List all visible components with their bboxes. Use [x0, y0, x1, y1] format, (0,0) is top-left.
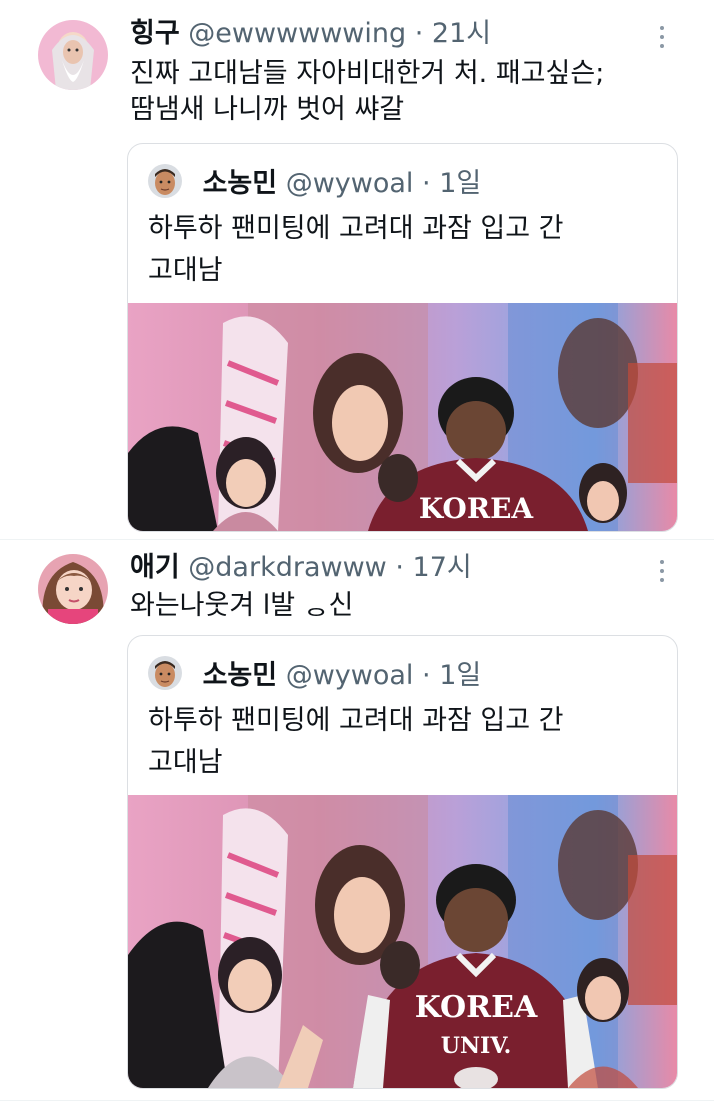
quoted-media-photo[interactable]: KOREA — [128, 303, 677, 531]
handle[interactable]: @ewwwwwwing — [188, 18, 406, 49]
quoted-avatar[interactable] — [148, 656, 182, 690]
quoted-media-photo[interactable]: KOREA UNIV. — [128, 795, 677, 1088]
quoted-handle[interactable]: @wywoal — [286, 660, 414, 691]
tweet-text: 와는나웃겨 l발 ᆼ신 — [130, 588, 353, 624]
avatar[interactable] — [38, 554, 108, 624]
tweet-text: 진짜 고대남들 자아비대한거 처. 패고싶슨; 땀냄새 나니까 벗어 쌰갈 — [130, 56, 604, 128]
quoted-avatar[interactable] — [148, 164, 182, 198]
memoji-avatar-image — [148, 164, 182, 198]
timestamp[interactable]: 17시 — [413, 552, 472, 583]
fanmeeting-photo: KOREA UNIV. — [128, 795, 677, 1088]
tweet-header: 애기 @darkdrawww · 17시 — [130, 548, 472, 588]
jacket-lettering: KOREA — [419, 492, 535, 525]
avatar[interactable] — [38, 20, 108, 90]
quoted-timestamp[interactable]: 1일 — [439, 660, 481, 691]
tweet-text-line: 땀냄새 나니까 벗어 쌰갈 — [130, 94, 405, 125]
memoji-avatar-image — [148, 656, 182, 690]
quoted-tweet[interactable]: 소농민 @wywoal · 1일 하투하 팬미팅에 고려대 과잠 입고 간 고대… — [127, 143, 678, 532]
tweet-text-line: 와는나웃겨 l발 ᆼ신 — [130, 590, 354, 621]
more-vertical-icon[interactable] — [655, 26, 669, 52]
separator: · — [414, 18, 424, 49]
separator: · — [422, 168, 431, 199]
more-vertical-icon[interactable] — [655, 560, 669, 586]
quoted-text-line: 하투하 팬미팅에 고려대 과잠 입고 간 — [148, 213, 564, 244]
quoted-display-name[interactable]: 소농민 — [203, 168, 278, 199]
quoted-text-line: 고대남 — [148, 747, 223, 778]
display-name[interactable]: 힝구 — [130, 18, 180, 49]
tweet[interactable]: 애기 @darkdrawww · 17시 와는나웃겨 l발 ᆼ신 소농민 @wy… — [0, 540, 714, 1100]
fanmeeting-photo: KOREA — [128, 303, 677, 531]
quoted-text-line: 하투하 팬미팅에 고려대 과잠 입고 간 — [148, 705, 564, 736]
quoted-tweet-header: 소농민 @wywoal · 1일 — [148, 656, 481, 695]
quoted-display-name[interactable]: 소농민 — [203, 660, 278, 691]
quoted-text-line: 고대남 — [148, 255, 223, 286]
separator: · — [395, 552, 404, 583]
quoted-timestamp[interactable]: 1일 — [439, 168, 481, 199]
quoted-tweet[interactable]: 소농민 @wywoal · 1일 하투하 팬미팅에 고려대 과잠 입고 간 고대… — [127, 635, 678, 1089]
jacket-lettering-2: UNIV. — [441, 1033, 511, 1059]
timestamp[interactable]: 21시 — [432, 18, 491, 49]
avatar-girl-image — [38, 554, 108, 624]
jacket-lettering: KOREA — [415, 990, 538, 1025]
tweet-header: 힝구 @ewwwwwwing · 21시 — [130, 14, 491, 54]
separator: · — [422, 660, 431, 691]
quoted-tweet-header: 소농민 @wywoal · 1일 — [148, 164, 481, 203]
display-name[interactable]: 애기 — [130, 552, 180, 583]
quoted-handle[interactable]: @wywoal — [286, 168, 414, 199]
tweet-text-line: 진짜 고대남들 자아비대한거 처. 패고싶슨; — [130, 58, 605, 89]
quoted-text: 하투하 팬미팅에 고려대 과잠 입고 간 고대남 — [148, 208, 564, 292]
avatar-wizard-image — [38, 20, 108, 90]
handle[interactable]: @darkdrawww — [188, 552, 386, 583]
tweet[interactable]: 힝구 @ewwwwwwing · 21시 진짜 고대남들 자아비대한거 처. 패… — [0, 0, 714, 540]
quoted-text: 하투하 팬미팅에 고려대 과잠 입고 간 고대남 — [148, 700, 564, 784]
tweet-divider — [0, 1100, 714, 1101]
